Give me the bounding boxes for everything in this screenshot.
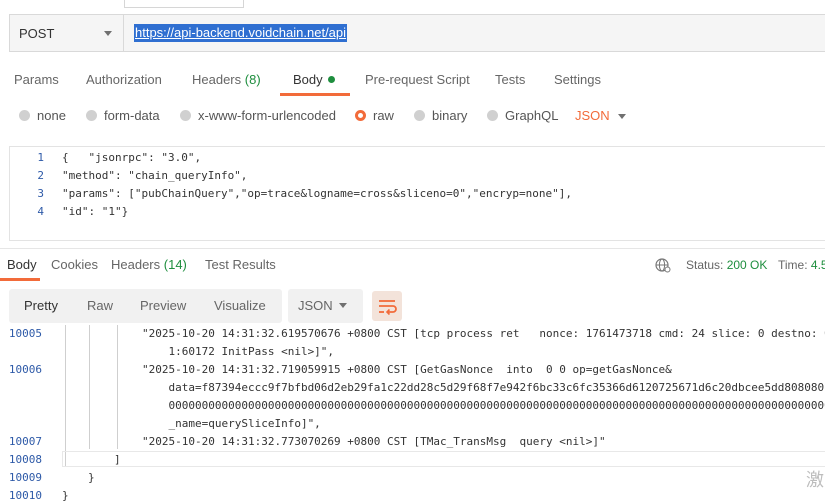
tab-tests[interactable]: Tests	[495, 72, 525, 87]
line-number: 10008	[8, 453, 42, 466]
indent-guide	[117, 325, 118, 449]
format-chevron-down-icon	[618, 114, 626, 119]
code-line: "params": ["pubChainQuery","op=trace&log…	[62, 187, 572, 200]
tab-body[interactable]: Body	[293, 72, 335, 87]
line-number: 10006	[8, 363, 42, 376]
radio-label-form-data: form-data	[104, 108, 160, 123]
indent-guide	[65, 325, 66, 467]
time-value: 4.5	[810, 258, 825, 272]
radio-label-binary: binary	[432, 108, 468, 123]
radio-raw[interactable]	[355, 110, 366, 121]
response-tab-test-results[interactable]: Test Results	[205, 257, 276, 272]
indent-guide	[89, 325, 90, 449]
request-bar	[9, 14, 825, 52]
radio-graphql[interactable]	[487, 110, 498, 121]
active-dot-icon	[327, 76, 335, 83]
response-line: data=f87394eccc9f7bfbd06d2eb29fa1c22dd28…	[142, 381, 825, 394]
radio-label-graphql: GraphQL	[505, 108, 559, 123]
radio-label-urlencoded: x-www-form-urlencoded	[198, 108, 336, 123]
status-value: 200 OK	[726, 258, 768, 272]
response-line: "2025-10-20 14:31:32.773070269 +0800 CST…	[142, 435, 606, 448]
line-number: 10009	[8, 471, 42, 484]
view-raw-button[interactable]: Raw	[87, 298, 113, 313]
tab-authorization[interactable]: Authorization	[86, 72, 162, 87]
response-time: Time: 4.5	[778, 258, 825, 272]
tab-headers[interactable]: Headers (8)	[192, 72, 261, 87]
panel-divider	[0, 248, 825, 249]
radio-urlencoded[interactable]	[180, 110, 191, 121]
code-line: "method": "chain_queryInfo",	[62, 169, 248, 182]
code-line: { "jsonrpc": "3.0",	[62, 151, 202, 164]
view-preview-button[interactable]: Preview	[140, 298, 186, 313]
response-tab-headers[interactable]: Headers (14)	[111, 257, 187, 272]
globe-icon[interactable]	[655, 257, 671, 273]
view-pretty-button[interactable]: Pretty	[24, 298, 58, 313]
radio-label-raw: raw	[373, 108, 394, 123]
response-tab-cookies[interactable]: Cookies	[51, 257, 98, 272]
tab-params[interactable]: Params	[14, 72, 59, 87]
response-body-viewer[interactable]	[0, 325, 825, 502]
watermark-text: 激	[806, 470, 824, 491]
line-number: 3	[37, 187, 44, 200]
headers-count: (8)	[244, 72, 261, 87]
response-line: }	[62, 489, 69, 502]
tab-settings[interactable]: Settings	[554, 72, 601, 87]
active-line-highlight	[62, 451, 825, 467]
response-tab-body[interactable]: Body	[7, 257, 37, 272]
radio-none[interactable]	[19, 110, 30, 121]
code-line: "id": "1"}	[62, 205, 129, 218]
line-number: 2	[37, 169, 44, 182]
line-number: 10007	[8, 435, 42, 448]
response-active-tab-indicator	[0, 278, 40, 281]
tab-pre-request-script[interactable]: Pre-request Script	[365, 72, 470, 87]
response-line: }	[88, 471, 95, 484]
response-line: _name=querySliceInfo]",	[142, 417, 321, 430]
line-number: 10010	[8, 489, 42, 502]
line-number: 4	[37, 205, 44, 218]
response-line: "2025-10-20 14:31:32.619570676 +0800 CST…	[142, 327, 825, 340]
method-label: POST	[19, 25, 55, 41]
response-line: 0000000000000000000000000000000000000000…	[142, 399, 825, 412]
response-line: ]	[114, 453, 121, 466]
radio-form-data[interactable]	[86, 110, 97, 121]
response-status: Status: 200 OK	[686, 258, 768, 272]
active-tab-indicator	[280, 93, 350, 96]
response-format-label: JSON	[298, 298, 333, 313]
url-input[interactable]: https://api-backend.voidchain.net/api	[134, 24, 348, 42]
line-number: 1	[37, 151, 44, 164]
request-tab-stub[interactable]	[124, 0, 244, 8]
response-line: "2025-10-20 14:31:32.719059915 +0800 CST…	[142, 363, 672, 376]
url-text: https://api-backend.voidchain.net/api	[134, 24, 348, 42]
chevron-down-icon	[104, 31, 112, 36]
response-headers-count: (14)	[163, 257, 187, 272]
response-format-chevron-icon	[339, 303, 347, 308]
wrap-lines-icon	[379, 300, 397, 316]
body-format-select[interactable]: JSON	[575, 108, 610, 123]
radio-binary[interactable]	[414, 110, 425, 121]
line-number: 10005	[8, 327, 42, 340]
radio-label-none: none	[37, 108, 66, 123]
response-line: 1:60172 InitPass <nil>]",	[142, 345, 335, 358]
wrap-lines-button[interactable]	[372, 291, 402, 321]
view-visualize-button[interactable]: Visualize	[214, 298, 266, 313]
